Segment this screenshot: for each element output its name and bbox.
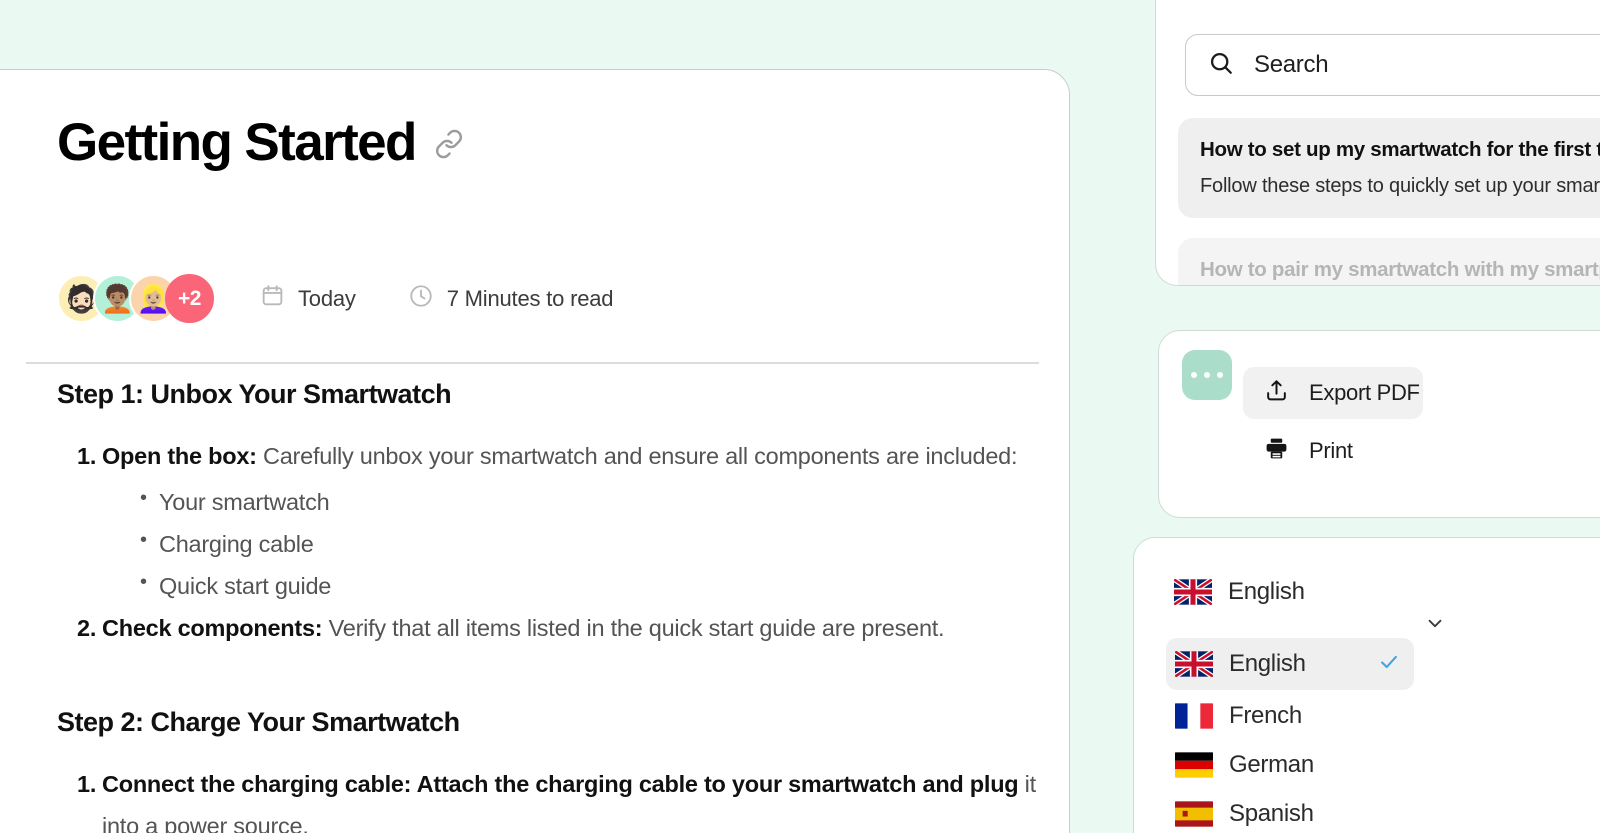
search-suggestion[interactable]: How to set up my smartwatch for the firs… (1178, 118, 1600, 218)
language-panel: English English French German Spanish (1133, 537, 1600, 833)
language-option-french[interactable]: French (1166, 690, 1414, 742)
list-item: Check components: Verify that all items … (57, 608, 1039, 650)
page-title: Getting Started (57, 113, 417, 172)
link-icon[interactable] (434, 129, 464, 164)
section-heading-step-1: Step 1: Unbox Your Smartwatch (57, 379, 452, 409)
step-lead: Check components: (102, 614, 323, 641)
export-menu-panel: Export PDF Print (1158, 330, 1600, 518)
print-label: Print (1309, 438, 1353, 463)
language-selector-trigger[interactable]: English (1174, 570, 1442, 628)
list-item: Quick start guide (140, 565, 1039, 608)
search-input-value: Search (1254, 51, 1329, 78)
export-pdf-menu-item[interactable]: Export PDF (1243, 367, 1423, 419)
sub-list: Your smartwatch Charging cable Quick sta… (102, 481, 1039, 608)
list-item: Charging cable (140, 523, 1039, 566)
document-date-label: Today (298, 285, 356, 311)
flag-de (1175, 752, 1213, 778)
app-root: Getting Started 🧔🏻 🧑🏽‍🦱 👱🏼‍♀️ +2 (0, 0, 1600, 833)
language-option-english[interactable]: English (1166, 638, 1414, 690)
document-date: Today (260, 283, 356, 314)
language-option-label: Spanish (1229, 800, 1314, 827)
header-divider (26, 362, 1039, 364)
ellipsis-icon[interactable] (1182, 350, 1232, 400)
section-heading-step-2: Step 2: Charge Your Smartwatch (57, 706, 460, 737)
language-option-label: French (1229, 702, 1302, 729)
check-icon (1378, 651, 1400, 678)
language-option-spanish[interactable]: Spanish (1166, 788, 1414, 833)
search-input[interactable]: Search (1185, 34, 1600, 96)
document-read-time-label: 7 Minutes to read (446, 285, 614, 311)
list-item: Your smartwatch (140, 481, 1039, 524)
print-menu-item[interactable]: Print (1243, 425, 1423, 477)
search-suggestion-title: How to pair my smartwatch with my smartp… (1200, 258, 1600, 281)
clock-icon (408, 283, 434, 315)
step-list-1: Open the box: Carefully unbox your smart… (57, 436, 1039, 649)
step-list-2: Connect the charging cable: Attach the c… (57, 764, 1039, 833)
search-suggestion-subtitle: Follow these steps to quickly set up you… (1200, 175, 1600, 197)
avatar-group[interactable]: 🧔🏻 🧑🏽‍🦱 👱🏼‍♀️ +2 (57, 274, 214, 323)
step-text: Verify that all items listed in the quic… (322, 614, 945, 641)
flag-uk (1174, 579, 1212, 605)
search-suggestion-title: How to set up my smartwatch for the firs… (1200, 138, 1600, 161)
calendar-icon (260, 283, 285, 314)
flag-es (1175, 801, 1213, 827)
step-lead: Open the box: (102, 443, 257, 470)
search-icon (1208, 50, 1234, 81)
document-card: Getting Started 🧔🏻 🧑🏽‍🦱 👱🏼‍♀️ +2 (0, 69, 1070, 833)
search-suggestion[interactable]: How to pair my smartwatch with my smartp… (1178, 238, 1600, 285)
document-body: Step 1: Unbox Your Smartwatch Open the b… (57, 378, 1039, 833)
list-item: Connect the charging cable: Attach the c… (57, 764, 1039, 833)
document-header: Getting Started (57, 116, 464, 169)
printer-icon (1264, 436, 1289, 466)
language-option-german[interactable]: German (1166, 739, 1414, 791)
search-panel: Search How to set up my smartwatch for t… (1155, 0, 1600, 286)
language-option-label: English (1229, 650, 1306, 677)
step-text: Carefully unbox your smartwatch and ensu… (256, 443, 1018, 470)
avatar-overflow-count[interactable]: +2 (165, 274, 214, 323)
language-current-label: English (1228, 578, 1305, 605)
document-read-time: 7 Minutes to read (408, 283, 614, 315)
export-pdf-label: Export PDF (1309, 380, 1420, 405)
flag-fr (1175, 703, 1213, 729)
chevron-down-icon[interactable] (1424, 612, 1446, 639)
flag-uk (1175, 651, 1213, 677)
language-option-label: German (1229, 751, 1314, 778)
upload-icon (1264, 378, 1289, 408)
list-item: Open the box: Carefully unbox your smart… (57, 436, 1039, 607)
step-lead: Connect the charging cable: Attach the c… (102, 770, 1019, 797)
document-meta: 🧔🏻 🧑🏽‍🦱 👱🏼‍♀️ +2 Today (57, 274, 614, 323)
